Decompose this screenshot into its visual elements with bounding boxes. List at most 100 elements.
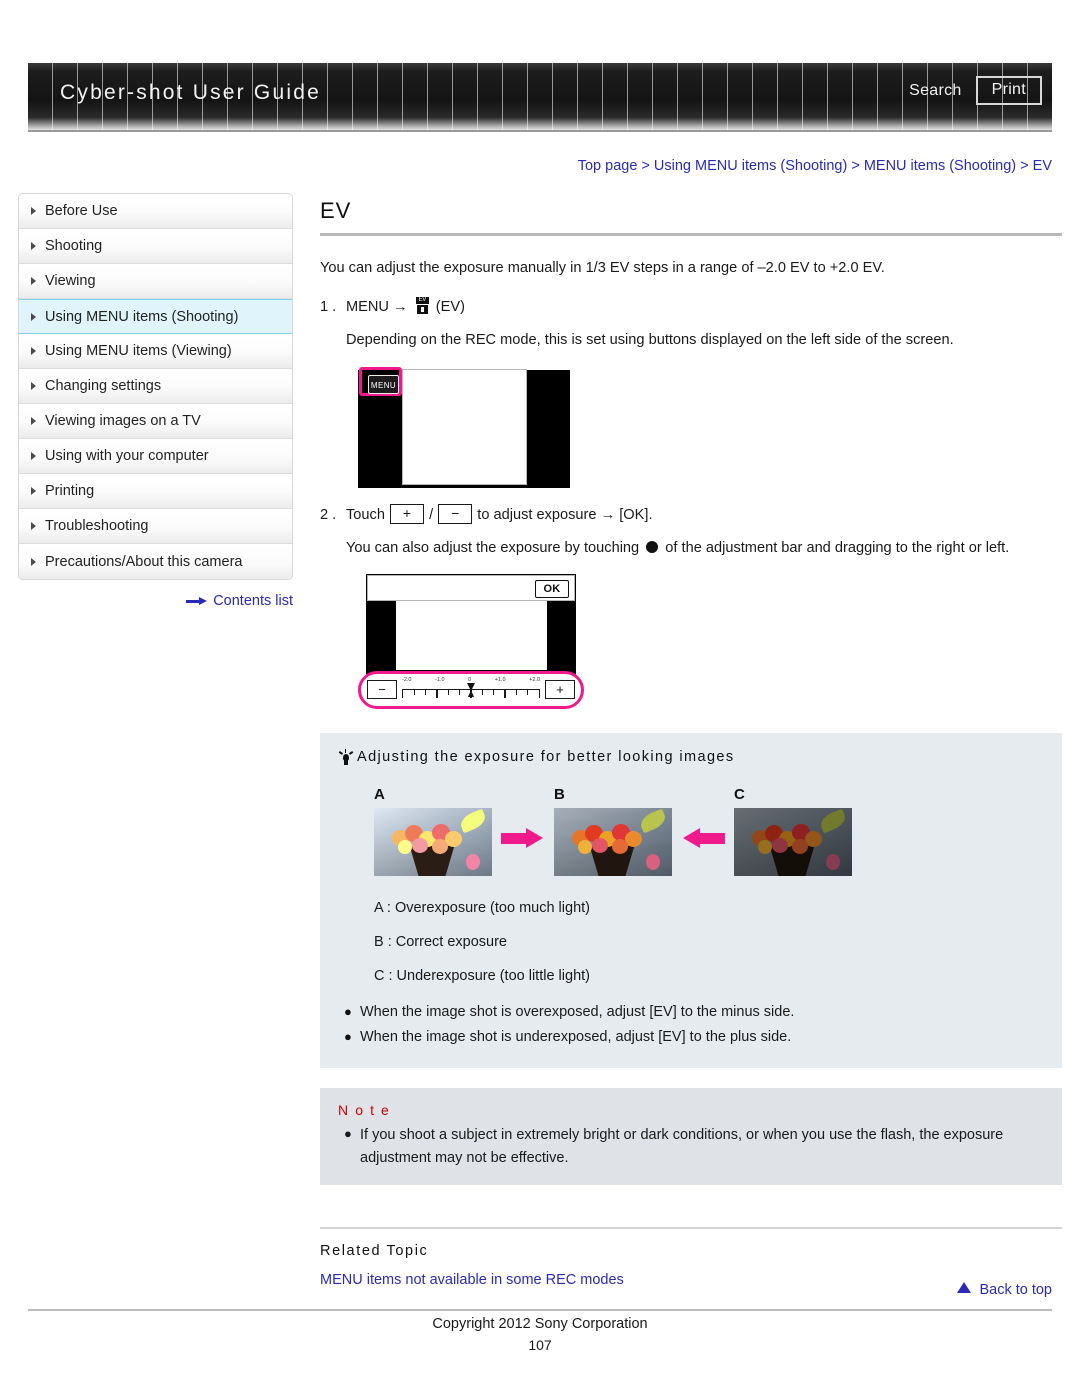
tip-bullet-text: When the image shot is overexposed, adju… <box>360 1003 795 1020</box>
exposure-example-photos: A B C <box>374 786 1044 876</box>
step-2-sub-part2: of the adjustment bar and dragging to th… <box>665 539 1010 556</box>
ev-icon: EV <box>415 296 430 314</box>
scale-tick-label: -2.0 <box>402 676 412 683</box>
sidebar-item-label: Printing <box>45 483 95 499</box>
header-actions: Search Print <box>909 76 1042 105</box>
chevron-right-icon <box>31 557 36 566</box>
sidebar-item-label: Using MENU items (Viewing) <box>45 343 232 359</box>
step-1-body: MENU → EV (EV) <box>346 296 1062 320</box>
sidebar-item-using-menu-items-shooting[interactable]: Using MENU items (Shooting) <box>19 299 292 334</box>
sidebar-item-troubleshooting[interactable]: Troubleshooting <box>19 509 292 544</box>
scale-tick-label: +1.0 <box>494 676 506 683</box>
chevron-right-icon <box>31 347 36 355</box>
menu-button-highlight: MENU <box>359 366 402 396</box>
step-1-ev-text: (EV) <box>435 298 465 315</box>
sidebar-item-printing[interactable]: Printing <box>19 474 292 509</box>
exposure-bar-highlight: − -2.0 -1.0 0 +1.0 +2.0 + <box>358 670 584 709</box>
photo-letter: C <box>734 785 745 803</box>
photo-cell-a: A <box>374 786 492 876</box>
tip-bullet-list: ● When the image shot is overexposed, ad… <box>338 1002 1044 1049</box>
step-1-number: 1 . <box>320 298 337 315</box>
step-2-slash: / <box>429 506 434 523</box>
step-2-ok-text: [OK]. <box>619 506 653 523</box>
sidebar-item-viewing-images-on-a-tv[interactable]: Viewing images on a TV <box>19 404 292 439</box>
sidebar-item-label: Changing settings <box>45 378 162 394</box>
sidebar-item-before-use[interactable]: Before Use <box>19 194 292 229</box>
sidebar-item-changing-settings[interactable]: Changing settings <box>19 369 292 404</box>
menu-button[interactable]: MENU <box>368 374 399 394</box>
step-2: 2 . Touch + / − to adjust exposure → [OK… <box>320 503 1062 528</box>
page-number: 107 <box>528 1337 552 1353</box>
photo-letter: B <box>554 785 565 803</box>
chevron-right-icon <box>31 207 36 215</box>
arrow-right-glyph: → <box>393 298 408 315</box>
exposure-plus-button[interactable]: + <box>545 680 575 700</box>
step-2-subtext: You can also adjust the exposure by touc… <box>346 537 1062 560</box>
contents-list-link[interactable]: Contents list <box>18 593 293 609</box>
chevron-right-icon <box>31 487 36 495</box>
step-2-sub-part1: You can also adjust the exposure by touc… <box>346 539 640 556</box>
sidebar-item-label: Viewing <box>45 273 96 289</box>
photo-correct-exposure <box>554 807 672 876</box>
chevron-right-icon <box>31 312 36 321</box>
print-button[interactable]: Print <box>975 76 1042 105</box>
arrow-right-icon <box>186 596 208 606</box>
filled-circle-icon <box>646 540 659 553</box>
step-2-body: Touch + / − to adjust exposure → [OK]. <box>346 503 1062 528</box>
sidebar-item-shooting[interactable]: Shooting <box>19 229 292 264</box>
scale-tick-label: -1.0 <box>435 676 445 683</box>
tip-box: Adjusting the exposure for better lookin… <box>320 732 1062 1069</box>
page-title: EV <box>320 198 352 223</box>
header-bar-striped: Cyber-shot User Guide Search Print <box>28 63 1052 131</box>
step-1-subtext: Depending on the REC mode, this is set u… <box>346 331 954 348</box>
step-2-number: 2 . <box>320 506 337 523</box>
tip-bullet-text: When the image shot is underexposed, adj… <box>360 1028 792 1045</box>
exposure-minus-button[interactable]: − <box>367 680 397 700</box>
photo-caption-c: C : Underexposure (too little light) <box>374 967 590 984</box>
lightbulb-icon <box>338 748 354 766</box>
plus-key-glyph: + <box>390 503 425 524</box>
step-1-menu-word: MENU <box>346 298 389 315</box>
chevron-right-icon <box>31 522 36 530</box>
sidebar-item-label: Shooting <box>45 238 103 254</box>
title-divider <box>320 233 1062 236</box>
photo-overexposed <box>374 807 492 876</box>
header-divider <box>28 130 1052 132</box>
sidebar: Before Use Shooting Viewing Using MENU i… <box>18 193 293 609</box>
photo-caption-b: B : Correct exposure <box>374 933 507 950</box>
intro-paragraph: You can adjust the exposure manually in … <box>320 260 885 276</box>
triangle-up-icon <box>957 1282 972 1293</box>
sidebar-item-using-with-your-computer[interactable]: Using with your computer <box>19 439 292 474</box>
photo-letter: A <box>374 785 385 803</box>
lcd-top-bar: OK <box>367 574 575 601</box>
search-button[interactable]: Search <box>909 82 962 100</box>
photo-underexposed <box>734 807 852 876</box>
sidebar-item-using-menu-items-viewing[interactable]: Using MENU items (Viewing) <box>19 334 292 369</box>
arrow-right-glyph: → <box>600 506 616 523</box>
step-2-touch-word: Touch <box>346 506 385 523</box>
ok-button[interactable]: OK <box>535 579 569 598</box>
sidebar-item-precautions-about-this-camera[interactable]: Precautions/About this camera <box>19 544 292 579</box>
bullet-dot-icon: ● <box>344 1028 352 1044</box>
exposure-slider-handle-lower <box>467 689 474 697</box>
back-to-top-link[interactable]: Back to top <box>0 1282 1052 1298</box>
ev-icon-label: EV <box>415 296 429 304</box>
exposure-scale[interactable]: -2.0 -1.0 0 +1.0 +2.0 <box>402 677 540 703</box>
chevron-right-icon <box>31 382 36 390</box>
ev-icon-body <box>416 304 428 314</box>
photo-cell-c: C <box>734 786 852 876</box>
lcd-live-view <box>402 368 527 485</box>
breadcrumb[interactable]: Top page > Using MENU items (Shooting) >… <box>0 158 1052 174</box>
step-2-mid-text: to adjust exposure <box>477 506 597 523</box>
sidebar-item-label: Precautions/About this camera <box>45 553 243 570</box>
sidebar-item-label: Using MENU items (Shooting) <box>45 308 239 325</box>
note-box: N o t e ● If you shoot a subject in extr… <box>320 1088 1062 1186</box>
sidebar-item-viewing[interactable]: Viewing <box>19 264 292 299</box>
chevron-right-icon <box>31 277 36 285</box>
arrow-left-pink-icon <box>681 827 725 848</box>
tip-bullet-item: ● When the image shot is underexposed, a… <box>338 1027 1044 1049</box>
bullet-dot-icon: ● <box>344 1126 352 1142</box>
scale-tick-label: +2.0 <box>529 676 540 683</box>
photo-cell-b: B <box>554 786 672 876</box>
arrow-right-pink-icon <box>501 827 545 848</box>
